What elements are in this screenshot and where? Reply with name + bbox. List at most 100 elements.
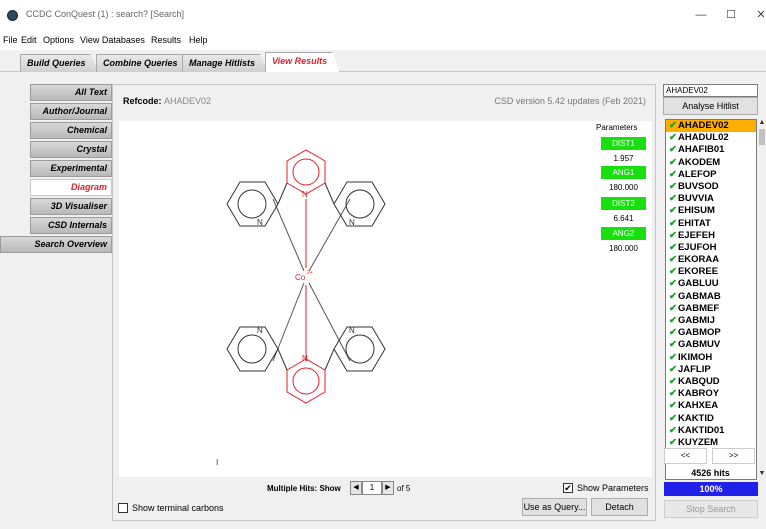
hitlist-item[interactable]: ✔GABLUU	[666, 278, 756, 290]
menu-bar: File Edit Options View Databases Results…	[0, 30, 766, 50]
view-sidebar: All Text Author/Journal Chemical Crystal…	[0, 84, 112, 255]
diagram-canvas: N N N Co 2+ N N N I	[119, 121, 652, 477]
hitlist-item[interactable]: ✔AHADEV02	[666, 120, 756, 133]
param-ang2[interactable]: ANG2	[601, 227, 646, 240]
hitlist-item[interactable]: ✔KAKTID	[666, 413, 756, 425]
nav-3d-visualiser[interactable]: 3D Visualiser	[30, 198, 112, 215]
analyse-hitlist-button[interactable]: Analyse Hitlist	[663, 97, 758, 115]
param-ang1-value: 180.000	[609, 183, 638, 192]
next-hit-button[interactable]: ▶	[382, 481, 394, 495]
nav-all-text[interactable]: All Text	[30, 84, 112, 101]
bond-n3-co	[308, 198, 351, 272]
hitlist-scrollbar[interactable]: ▲ ▼	[758, 119, 766, 480]
menu-edit[interactable]: Edit	[21, 35, 37, 45]
nav-search-overview[interactable]: Search Overview	[0, 236, 112, 253]
nav-experimental[interactable]: Experimental	[30, 160, 112, 177]
checkmark-icon: ✔	[669, 412, 677, 424]
hitlist-item[interactable]: ✔EHITAT	[666, 218, 756, 230]
menu-options[interactable]: Options	[43, 35, 74, 45]
refcode-value: AHADEV02	[164, 96, 212, 106]
tab-view-results[interactable]: View Results	[265, 52, 340, 73]
minimize-button[interactable]: —	[686, 6, 716, 24]
nav-chemical[interactable]: Chemical	[30, 122, 112, 139]
tab-build-queries[interactable]: Build Queries	[20, 54, 99, 72]
hitlist-item[interactable]: ✔GABMIJ	[666, 315, 756, 327]
top-right-pyridine	[324, 181, 386, 227]
hitlist-item[interactable]: ✔KABQUD	[666, 376, 756, 388]
multiple-hits-label: Multiple Hits: Show	[267, 484, 341, 493]
hitlist-item[interactable]: ✔GABMAB	[666, 291, 756, 303]
nav-diagram[interactable]: Diagram	[30, 179, 112, 196]
param-dist1[interactable]: DIST1	[601, 137, 646, 150]
hitlist-item[interactable]: ✔KABROY	[666, 388, 756, 400]
scroll-up-icon[interactable]: ▲	[758, 119, 766, 129]
stop-search-button[interactable]: Stop Search	[664, 500, 758, 518]
checkmark-icon: ✔	[669, 436, 677, 448]
hitlist-item[interactable]: ✔EJUFOH	[666, 242, 756, 254]
tab-combine-queries[interactable]: Combine Queries	[96, 54, 191, 72]
hitlist-item[interactable]: ✔EKOREE	[666, 266, 756, 278]
hitlist-item[interactable]: ✔GABMEF	[666, 303, 756, 315]
nav-crystal[interactable]: Crystal	[30, 141, 112, 158]
hitlist-item[interactable]: ✔AKODEM	[666, 157, 756, 169]
hitlist-item[interactable]: ✔GABMOP	[666, 327, 756, 339]
hitlist-item[interactable]: ✔BUVSOD	[666, 181, 756, 193]
maximize-button[interactable]: ☐	[716, 6, 746, 24]
param-ang1[interactable]: ANG1	[601, 166, 646, 179]
atom-label-n1: N	[257, 218, 263, 227]
molecule-diagram: N N N Co 2+ N N N I	[216, 149, 386, 467]
hitlist-item[interactable]: ✔ALEFOP	[666, 169, 756, 181]
show-terminal-carbons-checkbox[interactable]	[118, 503, 128, 513]
hitlist-item[interactable]: ✔EHISUM	[666, 205, 756, 217]
detach-button[interactable]: Detach	[591, 498, 648, 516]
nav-csd-internals[interactable]: CSD Internals	[30, 217, 112, 234]
checkmark-icon: ✔	[669, 400, 677, 412]
use-as-query-button[interactable]: Use as Query...	[522, 498, 587, 516]
diagram-panel: Refcode: AHADEV02 CSD version 5.42 updat…	[112, 84, 656, 521]
parameters-title: Parameters	[596, 123, 638, 132]
checkmark-icon: ✔	[669, 132, 677, 144]
hitlist-item[interactable]: ✔BUVVIA	[666, 193, 756, 205]
checkmark-icon: ✔	[669, 302, 677, 314]
csd-version: CSD version 5.42 updates (Feb 2021)	[494, 96, 646, 106]
hitlist-item[interactable]: ✔EKORAA	[666, 254, 756, 266]
menu-file[interactable]: File	[3, 35, 18, 45]
refcode-row: Refcode: AHADEV02	[123, 96, 211, 106]
hitlist-item[interactable]: ✔JAFLIP	[666, 364, 756, 376]
hits-count: 4526 hits	[691, 468, 730, 478]
bottom-central-pyridine	[286, 358, 326, 404]
show-parameters-label: Show Parameters	[577, 483, 649, 493]
hitlist-item-label: GABMAB	[677, 290, 721, 302]
bond-n1-co	[272, 198, 305, 272]
scroll-down-icon[interactable]: ▼	[758, 470, 766, 480]
menu-view-databases[interactable]: View Databases	[80, 35, 145, 45]
menu-help[interactable]: Help	[189, 35, 208, 45]
hitlist-item[interactable]: ✔IKIMOH	[666, 352, 756, 364]
hitlist-item[interactable]: ✔KAKTID01	[666, 425, 756, 437]
hit-index-input[interactable]: 1	[362, 481, 382, 495]
metal-label: Co	[295, 273, 306, 282]
prev-page-button[interactable]: <<	[664, 448, 707, 464]
tab-manage-hitlists[interactable]: Manage Hitlists	[182, 54, 268, 72]
hitlist-item-label: ALEFOP	[677, 168, 717, 180]
hitlist-item-label: KAKTID01	[677, 424, 725, 436]
hitlist[interactable]: ✔AHADEV02 ✔AHADUL02 ✔AHAFIB01 ✔AKODEM ✔ALEFO…	[665, 119, 757, 480]
checkmark-icon: ✔	[669, 315, 677, 326]
hitlist-item[interactable]: ✔KAHXEA	[666, 400, 756, 412]
hitlist-item[interactable]: ✔GABMUV	[666, 339, 756, 351]
hitlist-item[interactable]: ✔AHADUL02	[666, 132, 756, 144]
prev-hit-button[interactable]: ◀	[350, 481, 362, 495]
next-page-button[interactable]: >>	[712, 448, 755, 464]
current-hit-field[interactable]: AHADEV02	[663, 84, 758, 97]
hitlist-item-label: IKIMOH	[677, 351, 713, 363]
nav-author-journal[interactable]: Author/Journal	[30, 103, 112, 120]
hitlist-item-label: JAFLIP	[677, 363, 711, 375]
param-dist2[interactable]: DIST2	[601, 197, 646, 210]
param-ang2-value: 180.000	[609, 244, 638, 253]
close-button[interactable]: ✕	[746, 6, 766, 24]
menu-results[interactable]: Results	[151, 35, 181, 45]
hitlist-item[interactable]: ✔AHAFIB01	[666, 144, 756, 156]
scroll-thumb[interactable]	[759, 129, 765, 145]
hitlist-item[interactable]: ✔EJEFEH	[666, 230, 756, 242]
show-parameters-checkbox[interactable]: ✔	[563, 483, 573, 493]
